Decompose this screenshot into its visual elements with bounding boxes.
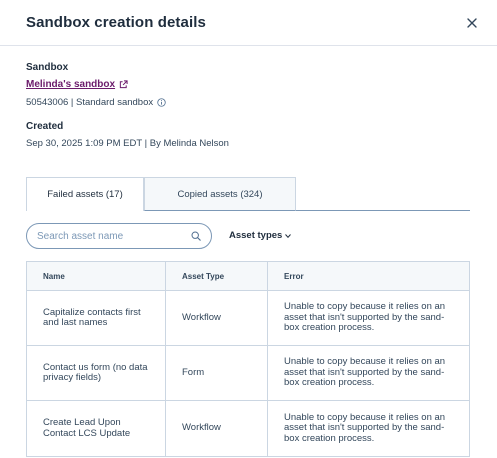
table-row: Capitalize contacts first and last names… [27,291,469,346]
failed-assets-table: Name Asset Type Error Capitalize contact… [26,261,470,457]
cell-error: Unable to copy because it relies on an a… [284,356,446,389]
caret-down-icon [285,233,292,238]
panel-header: Sandbox creation details [0,0,497,46]
sandbox-name-link[interactable]: Melinda's sandbox [26,79,128,90]
sandbox-details: 50543006 | Standard sandbox [26,97,166,108]
created-label: Created [26,121,64,132]
search-input[interactable] [37,230,191,242]
column-header-name[interactable]: Name [27,262,166,290]
sandbox-section: Sandbox Melinda's sandbox 50543006 | Sta… [26,62,166,108]
table-row: Contact us form (no data privacy fields)… [27,346,469,401]
cell-asset-name: Create Lead Upon Contact LCS Update [27,401,166,456]
panel-title: Sandbox creation details [26,14,206,31]
cell-asset-name: Capitalize contacts first and last names [27,291,166,345]
created-section: Created Sep 30, 2025 1:09 PM EDT | By Me… [26,121,229,149]
search-box [26,223,212,249]
sandbox-label: Sandbox [26,62,69,73]
info-icon[interactable] [157,98,166,107]
close-button[interactable] [463,14,481,32]
close-icon [467,18,477,28]
search-icon[interactable] [191,231,201,241]
sandbox-details-panel: Sandbox creation details Sandbox Melinda… [0,0,497,458]
cell-asset-type: Workflow [166,401,268,456]
cell-asset-type: Form [166,346,268,400]
created-value: Sep 30, 2025 1:09 PM EDT | By Melinda Ne… [26,138,229,149]
external-link-icon [119,80,128,89]
cell-error: Unable to copy because it relies on an a… [284,301,446,334]
asset-types-label: Asset types [229,230,283,241]
sandbox-name: Melinda's sandbox [26,79,116,90]
table-header: Name Asset Type Error [27,262,469,291]
cell-asset-type: Workflow [166,291,268,345]
tab-copied-assets[interactable]: Copied assets (324) [144,177,296,211]
tab-failed-assets[interactable]: Failed assets (17) [26,177,144,211]
sandbox-details-text: 50543006 | Standard sandbox [26,97,154,108]
column-header-error[interactable]: Error [268,262,469,290]
cell-asset-name: Contact us form (no data privacy fields) [27,346,166,400]
cell-error: Unable to copy because it relies on an a… [284,411,446,444]
asset-types-dropdown[interactable]: Asset types [229,230,292,241]
column-header-asset-type[interactable]: Asset Type [166,262,268,290]
table-row: Create Lead Upon Contact LCS Update Work… [27,401,469,456]
asset-tabs: Failed assets (17) Copied assets (324) [26,177,470,211]
